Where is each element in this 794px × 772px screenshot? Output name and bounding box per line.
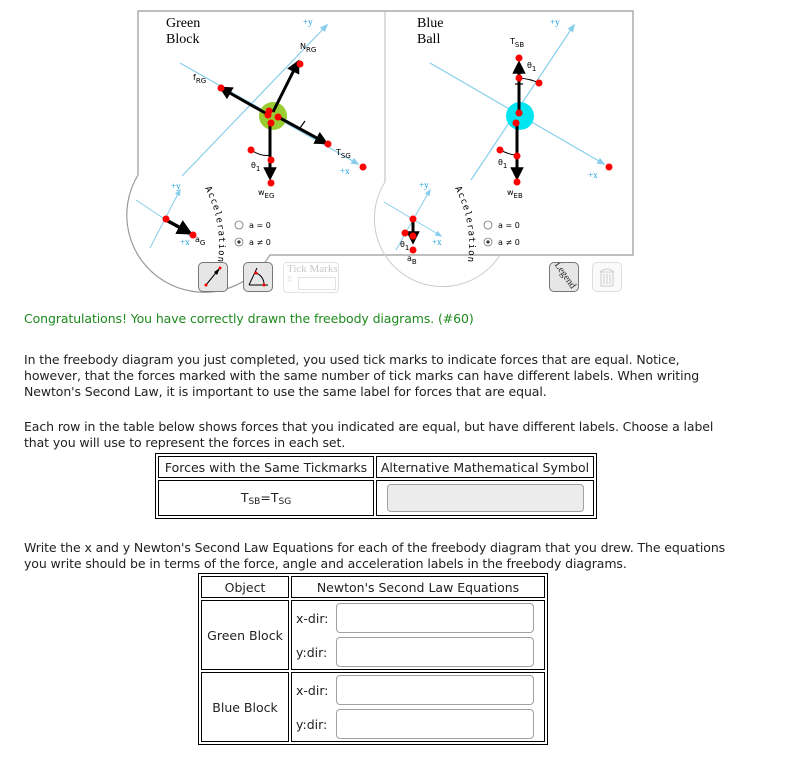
symbol-cell	[376, 480, 594, 516]
y-dir-label: y:dir:	[296, 716, 328, 732]
tick-marks-input[interactable]	[298, 277, 336, 290]
table-row: Blue Block x-dir: y:dir:	[201, 672, 545, 742]
tick-marks-label: Tick Marks	[287, 263, 338, 275]
table-row: TSB=TSG	[158, 480, 594, 516]
angle-tool-button[interactable]	[243, 262, 273, 292]
x-dir-label: x-dir:	[296, 682, 329, 698]
eq-header-equations: Newton's Second Law Equations	[291, 576, 545, 598]
x-dir-label: x-dir:	[296, 610, 329, 626]
success-message: Congratulations! You have correctly draw…	[24, 311, 474, 326]
green-y-equation-input[interactable]	[336, 637, 534, 667]
equations-instructions: Write the x and y Newton's Second Law Eq…	[24, 540, 726, 571]
table-row: Green Block x-dir: y:dir:	[201, 600, 545, 670]
object-green-block: Green Block	[201, 600, 289, 670]
equal-forces-cell: TSB=TSG	[158, 480, 374, 516]
blue-title-line1: Blue	[417, 16, 443, 31]
blue-radio-a-nonzero[interactable]: a ≠ 0	[483, 237, 520, 247]
angle-icon	[248, 267, 268, 287]
y-dir-label: y:dir:	[296, 644, 328, 660]
blue-radio-a-zero[interactable]: a = 0	[483, 220, 520, 230]
svg-text:a = 0: a = 0	[249, 221, 271, 230]
tick-marks-spinner[interactable]: ⇳	[286, 276, 294, 285]
green-axis-x-label: +x	[340, 166, 350, 176]
svg-text:+x: +x	[180, 237, 190, 247]
tickmark-table: Forces with the Same Tickmarks Alternati…	[155, 453, 597, 519]
green-radio-a-zero[interactable]: a = 0	[234, 220, 271, 230]
green-radio-a-nonzero[interactable]: a ≠ 0	[234, 237, 271, 247]
blue-y-equation-input[interactable]	[336, 709, 534, 739]
svg-text:a ≠ 0: a ≠ 0	[249, 238, 271, 247]
svg-text:+x: +x	[588, 170, 598, 180]
tickmark-header-symbol: Alternative Mathematical Symbol	[376, 456, 594, 478]
svg-text:+y: +y	[171, 181, 181, 191]
intro-paragraph-1: In the freebody diagram you just complet…	[24, 352, 700, 399]
vector-tool-button[interactable]	[198, 262, 228, 292]
svg-text:+y: +y	[419, 180, 429, 190]
green-axis-y-label: +y	[303, 17, 313, 27]
eq-header-object: Object	[201, 576, 289, 598]
svg-text:+x: +x	[432, 237, 442, 247]
panel-outline	[126, 10, 634, 293]
equations-table: Object Newton's Second Law Equations Gre…	[198, 573, 548, 745]
green-x-equation-input[interactable]	[336, 603, 534, 633]
legend-label: Legend	[551, 262, 579, 291]
freebody-diagram-canvas[interactable]: Green Block +y +x NRG fRG TSG wEG θ1 +y …	[0, 0, 794, 300]
green-title-line2: Block	[166, 32, 199, 47]
green-title-line1: Green	[166, 16, 200, 31]
alternative-symbol-input[interactable]	[386, 484, 584, 512]
intro-paragraph-2: Each row in the table below shows forces…	[24, 419, 714, 450]
svg-text:+y: +y	[550, 17, 560, 27]
svg-text:a ≠ 0: a ≠ 0	[498, 238, 520, 247]
tick-marks-control[interactable]: Tick Marks ⇳	[283, 262, 339, 293]
legend-button[interactable]: Legend	[549, 262, 579, 292]
trash-icon	[599, 268, 615, 287]
svg-text:a = 0: a = 0	[498, 221, 520, 230]
blue-x-equation-input[interactable]	[336, 675, 534, 705]
tickmark-header-forces: Forces with the Same Tickmarks	[158, 456, 374, 478]
vector-arrow-icon	[204, 266, 222, 287]
trash-button[interactable]	[592, 262, 622, 292]
object-blue-block: Blue Block	[201, 672, 289, 742]
label-a-b: aB	[407, 254, 417, 266]
blue-title-line2: Ball	[417, 32, 440, 47]
